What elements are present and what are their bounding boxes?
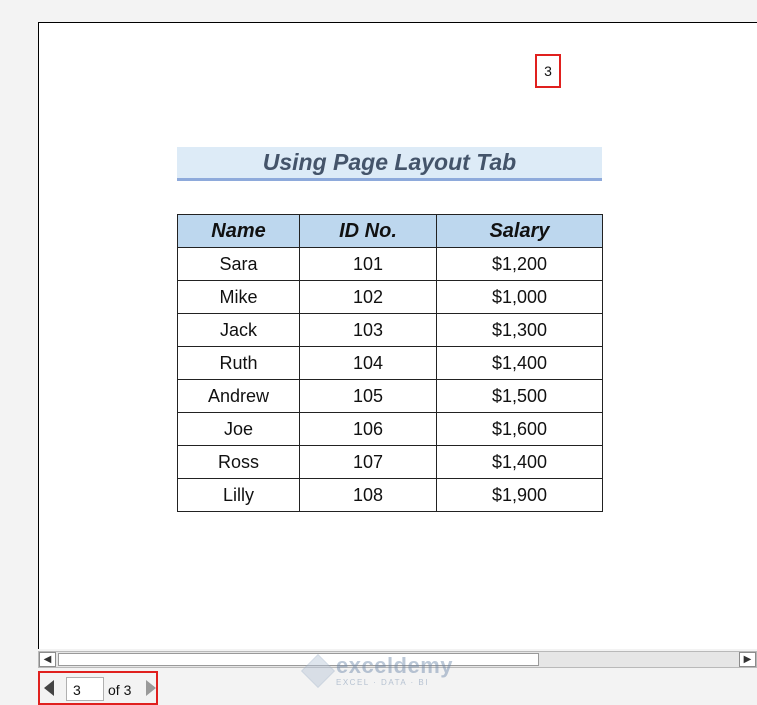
watermark-brand: exceldemy — [336, 653, 454, 678]
cell-salary: $1,000 — [436, 280, 603, 314]
cell-name: Ross — [177, 445, 300, 479]
cell-id: 104 — [299, 346, 437, 380]
cell-id: 106 — [299, 412, 437, 446]
table-header-row: Name ID No. Salary — [177, 214, 603, 248]
page-navigation: of 3 — [38, 671, 158, 705]
cell-name: Mike — [177, 280, 300, 314]
cell-id: 102 — [299, 280, 437, 314]
current-page-input[interactable] — [66, 677, 104, 701]
table-row: Ruth 104 $1,400 — [177, 346, 603, 380]
cell-name: Jack — [177, 313, 300, 347]
cell-salary: $1,400 — [436, 445, 603, 479]
salary-table: Name ID No. Salary Sara 101 $1,200 Mike … — [177, 214, 603, 512]
header-name: Name — [177, 214, 300, 248]
cell-name: Andrew — [177, 379, 300, 413]
header-salary: Salary — [436, 214, 603, 248]
cell-name: Sara — [177, 247, 300, 281]
cell-salary: $1,200 — [436, 247, 603, 281]
cell-salary: $1,900 — [436, 478, 603, 512]
cell-salary: $1,500 — [436, 379, 603, 413]
scroll-thumb[interactable] — [58, 653, 539, 666]
page-total-label: of 3 — [108, 682, 132, 698]
cell-salary: $1,300 — [436, 313, 603, 347]
page-number-text: 3 — [544, 63, 552, 79]
cell-name: Ruth — [177, 346, 300, 380]
scroll-left-button[interactable]: ◀ — [39, 652, 56, 667]
table-row: Jack 103 $1,300 — [177, 313, 603, 347]
cell-salary: $1,400 — [436, 346, 603, 380]
table-row: Sara 101 $1,200 — [177, 247, 603, 281]
cell-salary: $1,600 — [436, 412, 603, 446]
page-number-header: 3 — [535, 54, 561, 88]
print-preview-page: 3 Using Page Layout Tab Name ID No. Sala… — [38, 22, 757, 649]
table-row: Andrew 105 $1,500 — [177, 379, 603, 413]
cell-id: 108 — [299, 478, 437, 512]
scroll-right-arrow-icon: ▶ — [743, 654, 752, 665]
cell-name: Joe — [177, 412, 300, 446]
table-row: Ross 107 $1,400 — [177, 445, 603, 479]
triangle-left-icon[interactable] — [44, 680, 54, 696]
cell-name: Lilly — [177, 478, 300, 512]
table-row: Mike 102 $1,000 — [177, 280, 603, 314]
table-row: Joe 106 $1,600 — [177, 412, 603, 446]
triangle-right-icon[interactable] — [146, 680, 156, 696]
watermark-logo: exceldemy EXCEL · DATA · BI — [301, 653, 454, 688]
scroll-left-arrow-icon: ◀ — [43, 654, 52, 665]
header-id: ID No. — [299, 214, 437, 248]
watermark-tagline: EXCEL · DATA · BI — [336, 678, 429, 687]
table-row: Lilly 108 $1,900 — [177, 478, 603, 512]
exceldemy-logo-icon — [301, 654, 335, 688]
sheet-title-text: Using Page Layout Tab — [262, 149, 517, 175]
cell-id: 101 — [299, 247, 437, 281]
cell-id: 103 — [299, 313, 437, 347]
scroll-right-button[interactable]: ▶ — [739, 652, 756, 667]
cell-id: 105 — [299, 379, 437, 413]
print-preview-window: 3 Using Page Layout Tab Name ID No. Sala… — [0, 0, 757, 705]
sheet-title: Using Page Layout Tab — [177, 147, 602, 181]
cell-id: 107 — [299, 445, 437, 479]
